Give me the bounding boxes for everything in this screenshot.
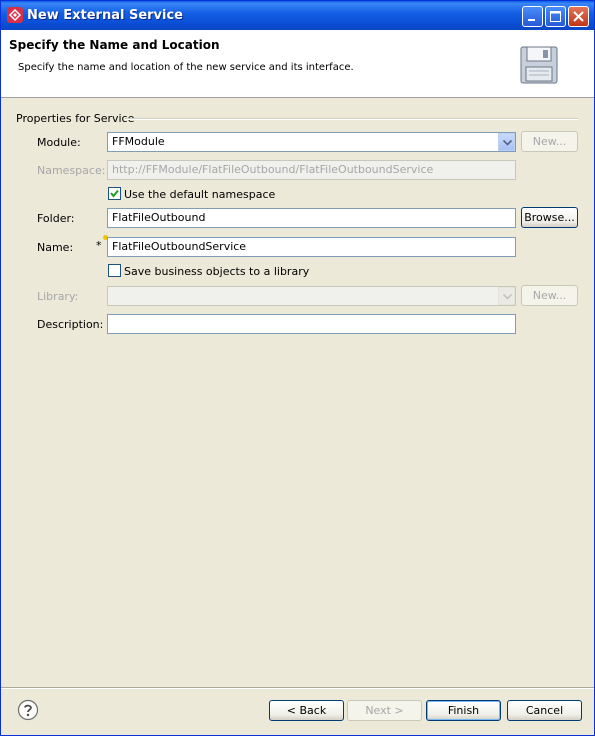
finish-button[interactable]: Finish (426, 700, 501, 721)
default-namespace-label: Use the default namespace (124, 188, 276, 201)
module-dropdown-button[interactable] (498, 133, 515, 151)
required-indicator: * (96, 239, 102, 252)
checkmark-icon (110, 189, 119, 198)
default-namespace-checkbox[interactable] (108, 187, 121, 200)
cancel-button[interactable]: Cancel (507, 700, 582, 721)
title-bar[interactable]: New External Service (1, 1, 594, 30)
dialog-window: New External Service Specify the Name an… (0, 0, 595, 736)
wizard-banner: Specify the Name and Location Specify th… (1, 30, 594, 98)
minimize-button[interactable] (522, 6, 543, 27)
description-field[interactable] (107, 314, 516, 334)
minimize-icon (528, 19, 535, 21)
floppy-disk-icon (520, 46, 558, 84)
next-button[interactable]: Next > (347, 700, 422, 721)
module-label: Module: (37, 136, 81, 149)
page-title: Specify the Name and Location (9, 38, 220, 52)
name-field[interactable]: FlatFileOutboundService (107, 237, 516, 257)
back-button[interactable]: < Back (269, 700, 344, 721)
folder-label: Folder: (37, 212, 75, 225)
chevron-down-icon (503, 140, 512, 146)
page-description: Specify the name and location of the new… (18, 62, 354, 73)
description-label: Description: (37, 318, 104, 331)
library-new-button[interactable]: New... (521, 285, 578, 306)
library-select[interactable] (107, 286, 516, 306)
help-icon[interactable] (17, 699, 39, 721)
library-label: Library: (37, 290, 79, 303)
folder-field[interactable]: FlatFileOutbound (107, 208, 516, 228)
close-icon (573, 11, 584, 22)
name-label: Name: (37, 241, 74, 254)
browse-button[interactable]: Browse... (521, 207, 578, 228)
window-title: New External Service (27, 8, 183, 23)
group-title: Properties for Service (16, 112, 135, 125)
save-library-label: Save business objects to a library (124, 265, 310, 278)
namespace-label: Namespace: (37, 164, 106, 177)
maximize-button[interactable] (545, 6, 566, 27)
group-divider (125, 118, 578, 120)
chevron-down-icon (503, 294, 512, 300)
save-library-checkbox[interactable] (108, 264, 121, 277)
namespace-field[interactable]: http://FFModule/FlatFileOutbound/FlatFil… (107, 160, 516, 180)
close-button[interactable] (568, 6, 589, 27)
service-icon (7, 7, 23, 23)
module-select[interactable]: FFModule (107, 132, 516, 152)
module-new-button[interactable]: New... (521, 131, 578, 152)
footer-divider (1, 687, 594, 689)
module-value: FFModule (112, 135, 165, 148)
library-dropdown-button[interactable] (498, 287, 515, 305)
maximize-icon (550, 11, 561, 22)
